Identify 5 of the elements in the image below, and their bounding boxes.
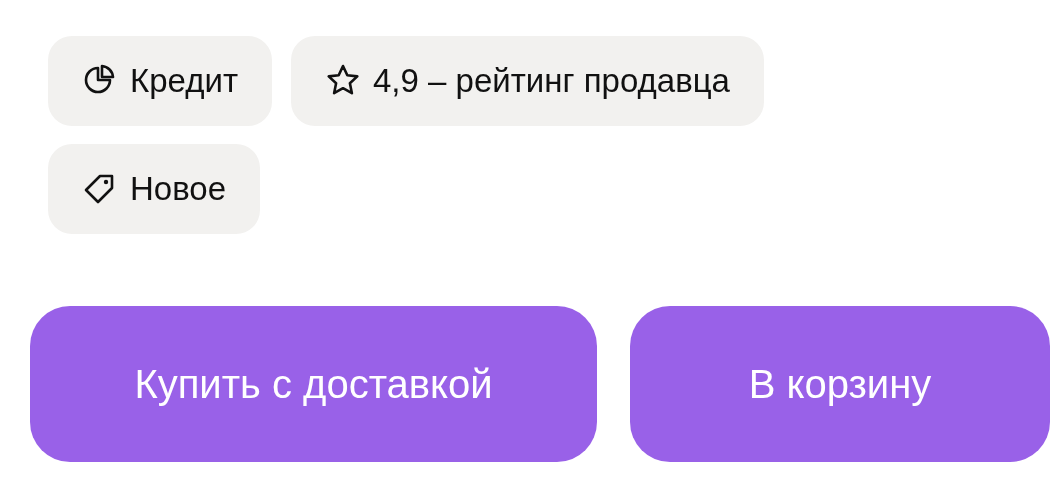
tag-label: Новое: [130, 169, 227, 210]
buy-with-delivery-button[interactable]: Купить с доставкой: [30, 306, 597, 462]
tag-label: Кредит: [130, 61, 238, 102]
add-to-cart-button[interactable]: В корзину: [630, 306, 1050, 462]
tag-label: 4,9 – рейтинг продавца: [373, 61, 730, 102]
